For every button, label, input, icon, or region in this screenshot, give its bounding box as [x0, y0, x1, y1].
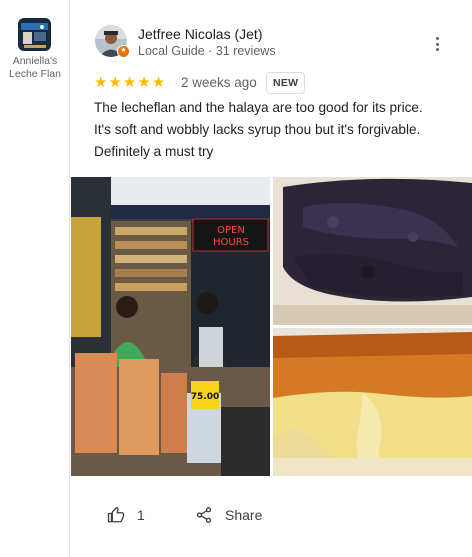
review-text-line: Definitely a must try — [94, 144, 214, 159]
place-name[interactable]: Anniella's Leche Flan — [0, 55, 70, 81]
more-vert-icon — [435, 37, 439, 40]
star-icon: ★ — [108, 74, 122, 91]
like-button[interactable]: 1 — [107, 504, 145, 526]
share-button[interactable]: Share — [195, 504, 262, 526]
star-icon: ★ — [151, 74, 166, 91]
review-photo-leche-flan[interactable] — [273, 328, 472, 476]
left-rail: Anniella's Leche Flan — [0, 0, 70, 557]
share-icon — [196, 507, 212, 523]
like-count: 1 — [137, 507, 145, 523]
review-text-line: The lecheflan and the halaya are too goo… — [94, 100, 423, 115]
star-icon: ★ — [122, 74, 137, 91]
place-name-line1: Anniella's — [12, 55, 58, 67]
thumb-up-icon — [107, 506, 125, 523]
place-thumbnail[interactable] — [18, 18, 51, 51]
open-hours-sign-line2: HOURS — [213, 237, 249, 248]
review-text-line: It's soft and wobbly lacks syrup thou bu… — [94, 122, 421, 137]
review-photo-store[interactable]: OPEN HOURS 75.00 — [71, 177, 270, 476]
share-label: Share — [225, 507, 263, 523]
author-meta[interactable]: Local Guide · 31 reviews — [138, 44, 276, 58]
new-badge: NEW — [266, 72, 306, 94]
local-guide-badge-icon: ★ — [117, 45, 130, 58]
star-icon: ★ — [94, 74, 108, 91]
more-options-button[interactable] — [427, 34, 447, 54]
review-text: The lecheflan and the halaya are too goo… — [94, 97, 444, 163]
author-name[interactable]: Jetfree Nicolas (Jet) — [138, 26, 262, 42]
open-hours-sign-line1: OPEN — [217, 225, 245, 236]
review-photo-halaya[interactable] — [273, 177, 472, 325]
place-name-line2: Leche Flan — [9, 68, 61, 80]
review-date: 2 weeks ago — [181, 75, 257, 90]
review-card: ★ Jetfree Nicolas (Jet) Local Guide · 31… — [71, 0, 472, 557]
rating-stars: ★ ★ ★ ★ ★ — [94, 75, 165, 90]
price-tag: 75.00 — [191, 392, 219, 402]
star-icon: ★ — [137, 74, 151, 91]
